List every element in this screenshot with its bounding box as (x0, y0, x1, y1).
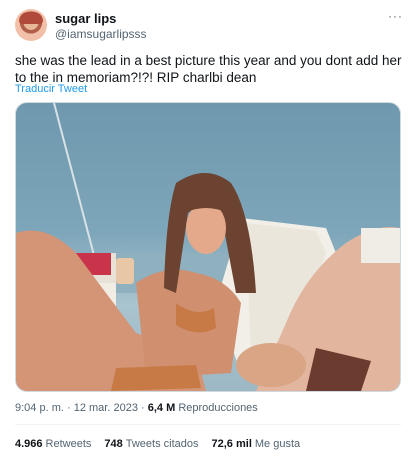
avatar-hair (19, 12, 43, 24)
divider (15, 424, 401, 425)
views-count: 6,4 M (147, 402, 176, 414)
likes-count: 72,6 mil (211, 438, 252, 450)
tweet-stats: 4.966 Retweets 748 Tweets citados 72,6 mil… (15, 438, 300, 450)
retweets-count: 4.966 (15, 438, 43, 450)
meta-separator: · (66, 402, 71, 414)
tweet-text: she was the lead in a best picture this … (15, 53, 402, 85)
likes-label: Me gusta (254, 438, 301, 450)
avatar[interactable] (15, 9, 47, 41)
user-handle[interactable]: @iamsugarlipsss (55, 27, 147, 41)
retweets-label: Retweets (45, 438, 92, 450)
tweet-date[interactable]: 12 mar. 2023 (74, 402, 138, 414)
tweet-media-image[interactable] (15, 102, 401, 392)
quotes-label: Tweets citados (125, 438, 199, 450)
tweet-time[interactable]: 9:04 p. m. (15, 402, 64, 414)
quotes-stat[interactable]: 748 Tweets citados (104, 438, 198, 450)
translate-tweet-link[interactable]: Traducir Tweet (15, 83, 87, 95)
display-name[interactable]: sugar lips (55, 11, 116, 26)
likes-stat[interactable]: 72,6 mil Me gusta (212, 438, 301, 450)
quotes-count: 748 (104, 438, 123, 450)
retweets-stat[interactable]: 4.966 Retweets (15, 438, 91, 450)
views-label: Reproducciones (178, 402, 258, 414)
tweet-meta: 9:04 p. m. · 12 mar. 2023 · 6,4 M Reprod… (15, 402, 258, 414)
meta-separator: · (141, 402, 145, 414)
more-options-icon[interactable]: ··· (388, 9, 402, 23)
photo-illustration (16, 103, 400, 391)
